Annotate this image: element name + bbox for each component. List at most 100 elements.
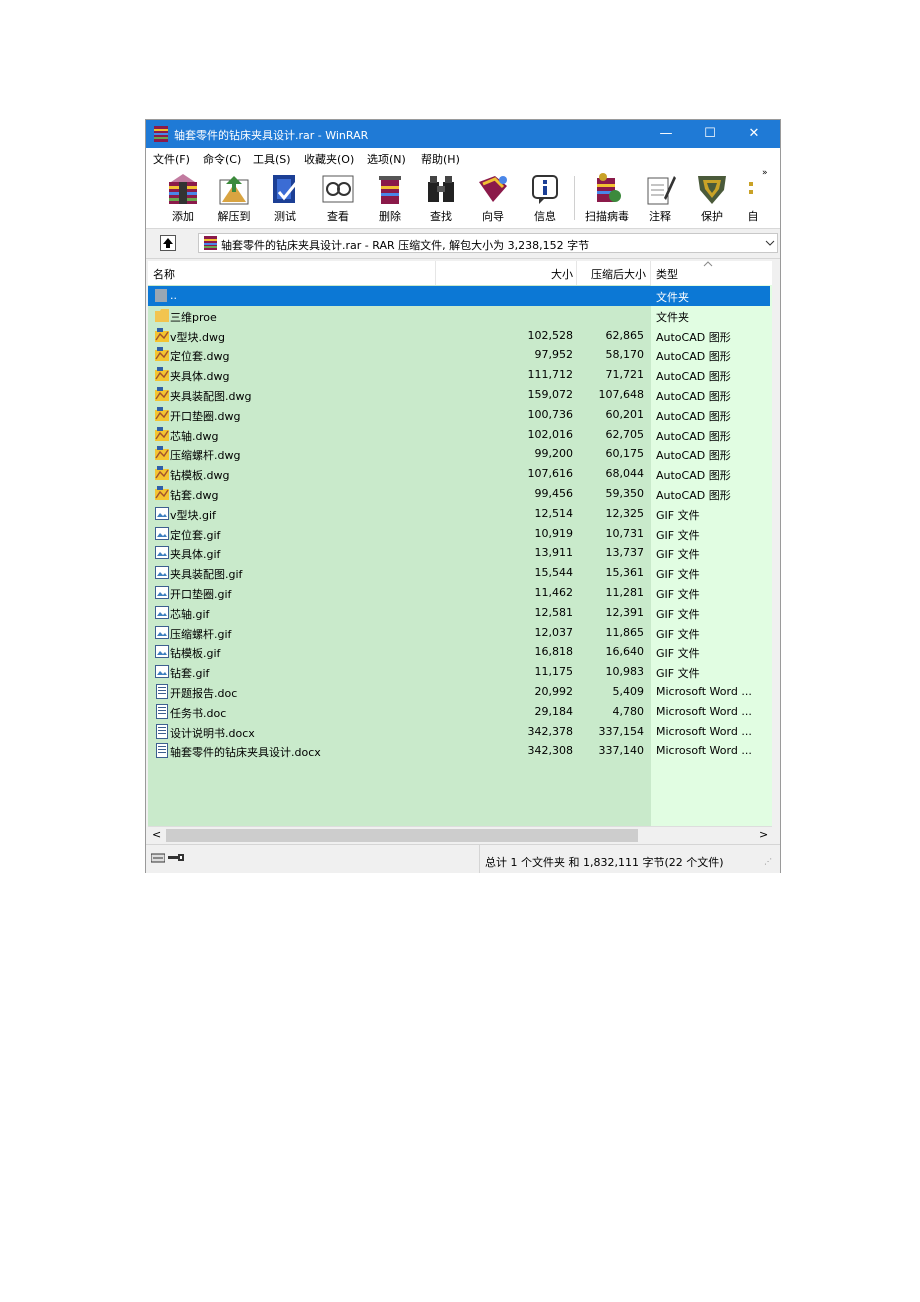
key-icon[interactable] [168,854,184,862]
status-summary: 总计 1 个文件夹 和 1,832,111 字节(22 个文件) [485,856,724,869]
virus-scan-label: 扫描病毒 [585,210,629,223]
close-button[interactable]: ✕ [732,120,776,148]
file-row[interactable]: 轴套零件的钻床夹具设计.docx 342,308 337,140 Microsoft … [148,741,770,761]
winrar-app-icon [154,126,168,142]
file-size: 97,952 [534,348,574,362]
folder-up-icon [155,288,169,303]
file-size: 99,456 [534,487,574,500]
file-row[interactable]: 钻模板.gif 16,818 16,640 GIF 文件 [148,642,770,662]
info-button[interactable]: 信息 [520,170,570,226]
scrollbar-thumb[interactable] [166,829,638,842]
file-type: AutoCAD 图形 [656,409,731,423]
column-header-packed[interactable]: 压缩后大小 [591,266,646,282]
toolbar-overflow-chevron[interactable]: » [762,168,768,178]
menu-options[interactable]: 选项(N) [367,151,406,167]
file-row[interactable]: 夹具体.dwg 111,712 71,721 AutoCAD 图形 [148,365,770,385]
file-row[interactable]: 芯轴.gif 12,581 12,391 GIF 文件 [148,603,770,623]
file-row[interactable]: 设计说明书.docx 342,378 337,154 Microsoft Word .… [148,722,770,742]
file-size: 342,378 [527,724,574,738]
title-bar[interactable]: 轴套零件的钻床夹具设计.rar - WinRAR — ☐ ✕ [146,120,780,148]
sort-ascending-icon [703,261,713,267]
column-header-type[interactable]: 类型 [656,266,678,282]
file-row[interactable]: 芯轴.dwg 102,016 62,705 AutoCAD 图形 [148,425,770,445]
scroll-left-arrow[interactable]: < [152,828,161,841]
comment-icon [647,176,676,205]
menu-help[interactable]: 帮助(H) [421,151,460,167]
file-type: AutoCAD 图形 [656,390,731,403]
column-header-size[interactable]: 大小 [551,266,573,282]
protect-button[interactable]: 保护 [687,170,737,226]
file-type: GIF 文件 [656,568,700,582]
file-row[interactable]: 钻模板.dwg 107,616 68,044 AutoCAD 图形 [148,464,770,484]
archive-path: 轴套零件的钻床夹具设计.rar - RAR 压缩文件, 解包大小为 3,238,… [221,239,590,252]
file-row[interactable]: 压缩螺杆.dwg 99,200 60,175 AutoCAD 图形 [148,444,770,464]
minimize-button[interactable]: — [644,120,688,148]
find-button[interactable]: 查找 [416,170,466,226]
file-row[interactable]: v型块.gif 12,514 12,325 GIF 文件 [148,504,770,524]
virus-scan-icon [597,173,621,202]
file-row[interactable]: 开口垫圈.dwg 100,736 60,201 AutoCAD 图形 [148,405,770,425]
extract-to-button[interactable]: 解压到 [209,170,259,226]
file-size: 100,736 [527,407,574,421]
test-button[interactable]: 测试 [260,170,310,226]
column-divider[interactable] [435,261,436,285]
file-packed-size: 62,865 [605,328,645,342]
menu-file[interactable]: 文件(F) [153,151,190,167]
file-name: v型块.dwg [170,330,225,344]
file-row[interactable]: 钻套.gif 11,175 10,983 GIF 文件 [148,662,770,682]
up-folder-button[interactable] [160,235,176,251]
view-button[interactable]: 查看 [313,170,363,226]
file-row[interactable]: 夹具装配图.gif 15,544 15,361 GIF 文件 [148,563,770,583]
menu-favorites[interactable]: 收藏夹(O) [304,151,354,167]
file-row[interactable]: 三维proe 文件夹 [148,306,770,326]
view-icon [322,175,354,203]
menu-commands[interactable]: 命令(C) [203,151,241,167]
column-divider[interactable] [650,261,651,285]
protect-label: 保护 [701,210,723,223]
file-row[interactable]: 定位套.dwg 97,952 58,170 AutoCAD 图形 [148,345,770,365]
add-button[interactable]: 添加 [158,170,208,226]
column-header-name[interactable]: 名称 [153,266,175,282]
file-row[interactable]: 压缩螺杆.gif 12,037 11,865 GIF 文件 [148,623,770,643]
file-size: 20,992 [534,685,574,698]
maximize-button[interactable]: ☐ [688,120,732,148]
column-divider[interactable] [576,261,577,285]
file-row[interactable]: 任务书.doc 29,184 4,780 Microsoft Word ... [148,702,770,722]
dwg-file-icon [155,406,169,422]
file-name: .. [170,289,177,302]
extract-to-label: 解压到 [217,210,251,223]
comment-button[interactable]: 注释 [635,170,685,226]
file-row[interactable]: v型块.dwg 102,528 62,865 AutoCAD 图形 [148,326,770,346]
file-size: 111,712 [527,368,574,382]
file-name: 定位套.gif [170,528,221,542]
resize-grip[interactable]: ⋰ [764,857,772,866]
scroll-right-arrow[interactable]: > [759,828,768,841]
menu-tools[interactable]: 工具(S) [253,151,291,167]
virus-scan-button[interactable]: 扫描病毒 [582,170,632,226]
file-row[interactable]: 开口垫圈.gif 11,462 11,281 GIF 文件 [148,583,770,603]
file-row[interactable]: 钻套.dwg 99,456 59,350 AutoCAD 图形 [148,484,770,504]
file-row[interactable]: 夹具装配图.dwg 159,072 107,648 AutoCAD 图形 [148,385,770,405]
drive-icon[interactable] [151,853,165,863]
chevron-down-icon[interactable] [765,239,775,247]
wizard-button[interactable]: 向导 [468,170,518,226]
window-title: 轴套零件的钻床夹具设计.rar - WinRAR [174,129,369,142]
arrow-up-icon [163,238,173,248]
file-name: 定位套.dwg [170,350,230,364]
horizontal-scrollbar[interactable]: < > [148,826,772,844]
vertical-scrollbar[interactable] [772,261,780,843]
add-label: 添加 [172,210,194,223]
file-packed-size: 60,175 [605,447,645,461]
sfx-button[interactable]: 自 [738,170,768,226]
address-field[interactable]: 轴套零件的钻床夹具设计.rar - RAR 压缩文件, 解包大小为 3,238,… [198,233,778,253]
word-file-icon [155,743,169,759]
file-row[interactable]: 夹具体.gif 13,911 13,737 GIF 文件 [148,543,770,563]
list-header: 名称 大小 压缩后大小 类型 [148,261,772,286]
file-type: AutoCAD 图形 [656,350,731,364]
file-row[interactable]: .. 文件夹 [148,286,770,306]
file-row[interactable]: 定位套.gif 10,919 10,731 GIF 文件 [148,524,770,544]
file-row[interactable]: 开题报告.doc 20,992 5,409 Microsoft Word ... [148,682,770,702]
dwg-file-icon [155,446,169,461]
info-label: 信息 [534,210,556,223]
delete-button[interactable]: 删除 [365,170,415,226]
